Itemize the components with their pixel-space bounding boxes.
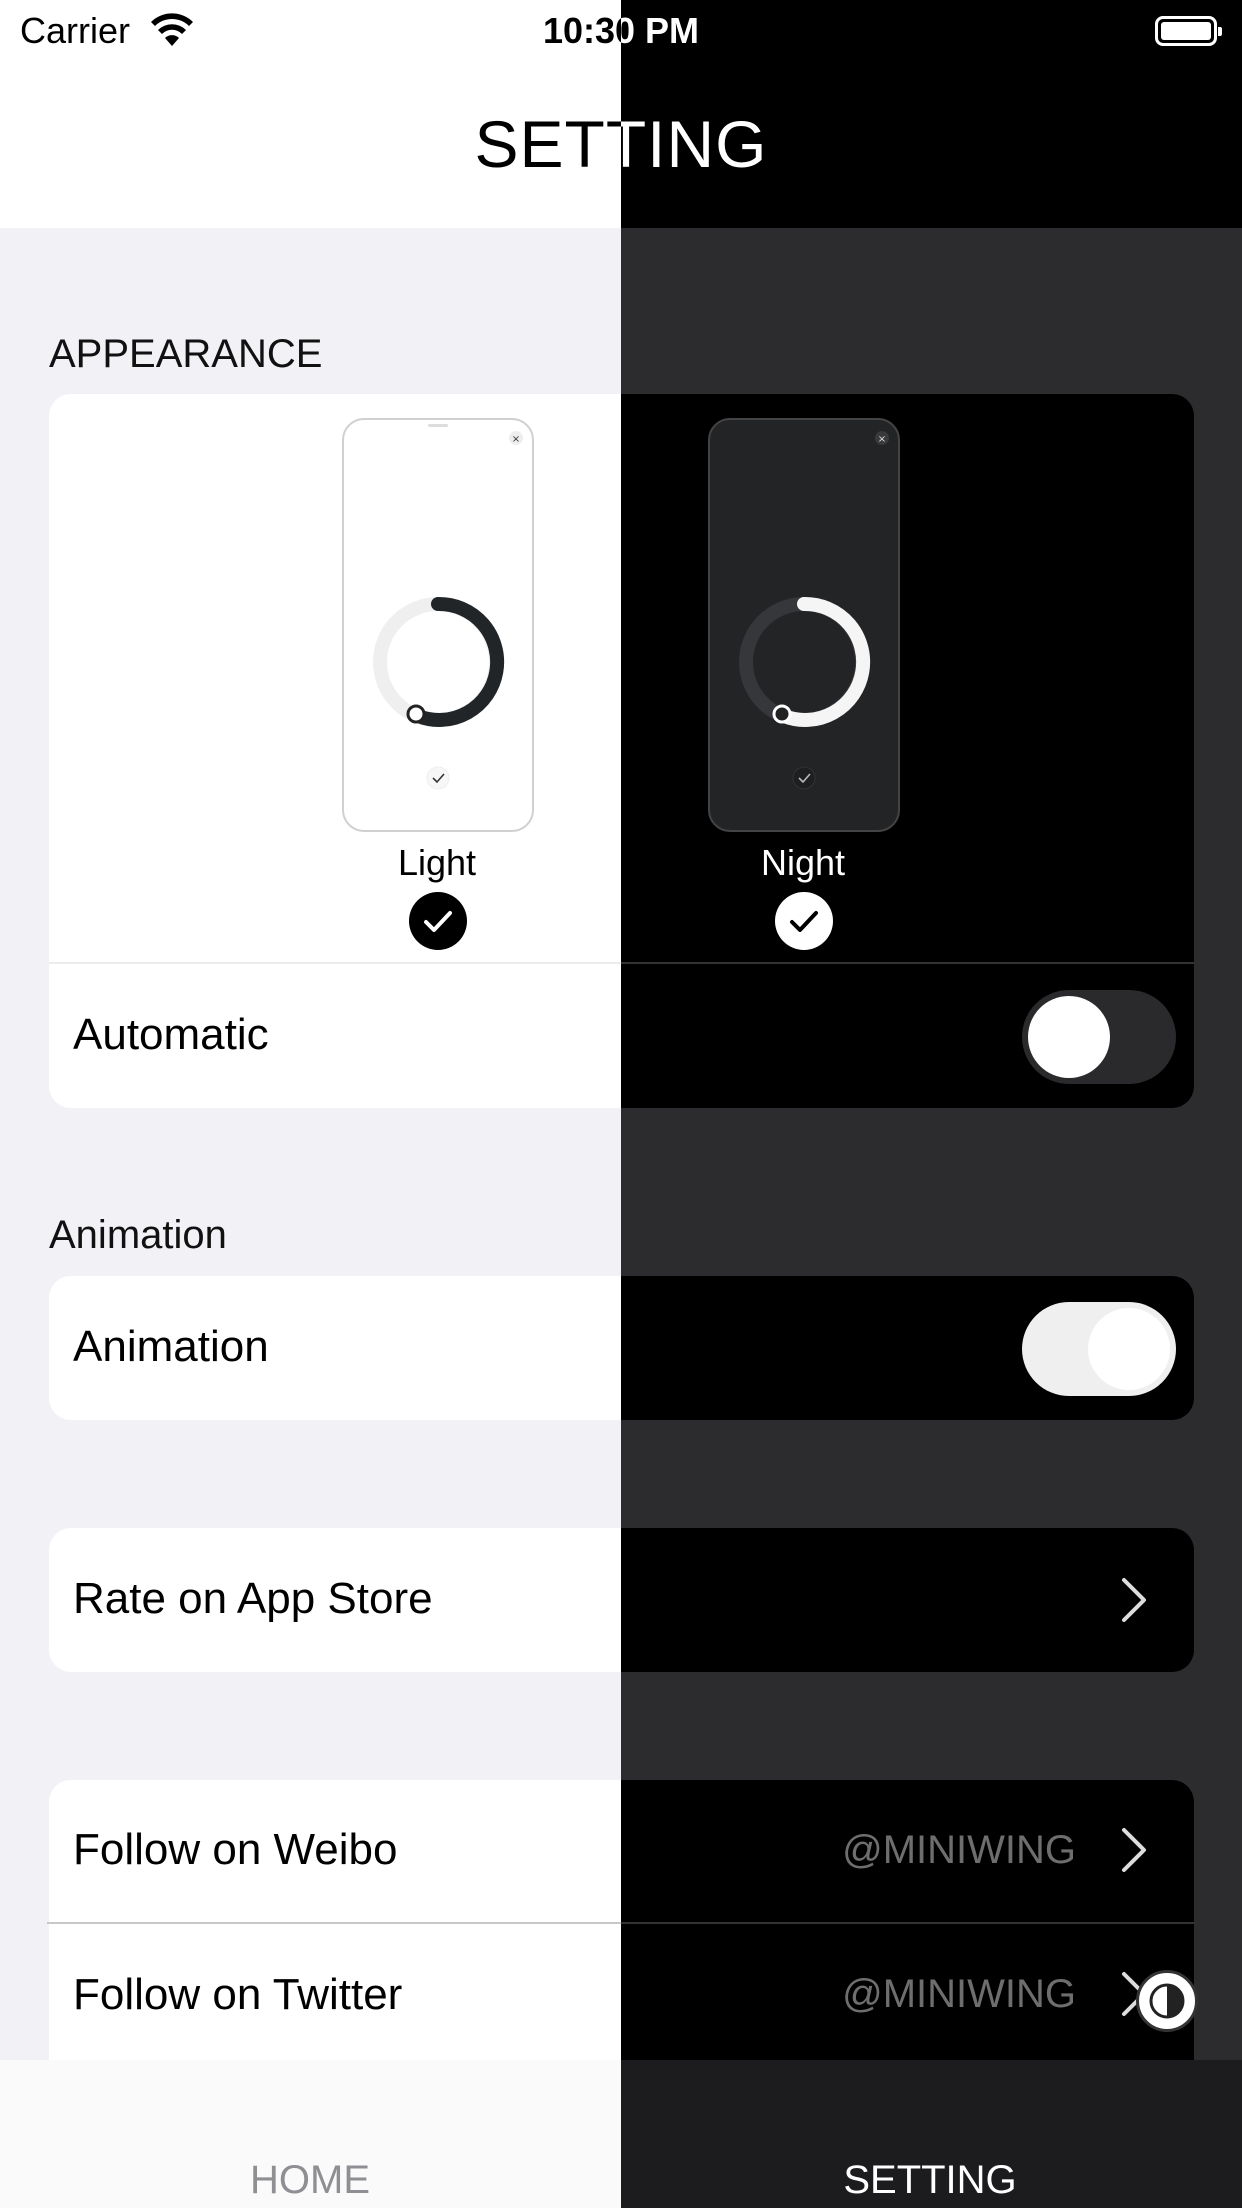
status-time: 10:30 PM <box>542 10 621 51</box>
svg-text:×: × <box>512 434 520 445</box>
theme-switch-icon <box>1149 1983 1185 2019</box>
night-mode-preview[interactable]: × <box>708 418 900 832</box>
automatic-toggle-knob <box>1028 996 1110 1078</box>
rate-chevron-icon <box>1122 1578 1146 1622</box>
tab-setting[interactable]: SETTING <box>780 2158 1080 2203</box>
page-title: SETTING <box>474 107 621 181</box>
svg-text:×: × <box>878 434 886 445</box>
animation-label: Animation <box>73 1322 269 1371</box>
light-mode-preview[interactable]: × <box>342 418 534 832</box>
rate-card-dark[interactable] <box>621 1528 1194 1672</box>
follow-divider <box>47 1922 621 1924</box>
automatic-label: Automatic <box>73 1010 269 1059</box>
battery-icon <box>1155 16 1222 46</box>
appearance-card-light <box>49 394 621 1108</box>
appearance-divider-dark <box>621 962 1194 964</box>
status-bar: Carrier 10:30 PM 10:30 PM <box>0 0 1242 62</box>
weibo-chevron-icon <box>1122 1828 1146 1872</box>
follow-card-light <box>49 1780 621 2070</box>
status-time-dark: 10:30 PM <box>621 10 700 51</box>
twitter-handle: @MINIWING <box>842 1972 1076 2016</box>
light-selected-check-icon[interactable] <box>409 892 467 950</box>
page-title-dark: SETTING <box>621 107 768 181</box>
appearance-section-header: APPEARANCE <box>49 332 323 376</box>
weibo-label[interactable]: Follow on Weibo <box>73 1825 397 1875</box>
tab-home[interactable]: HOME <box>160 2158 460 2203</box>
night-selected-check-icon[interactable] <box>775 892 833 950</box>
automatic-toggle[interactable] <box>1022 990 1176 1084</box>
light-preview-graphic: × <box>373 424 523 790</box>
weibo-handle: @MINIWING <box>842 1828 1076 1872</box>
animation-toggle-knob <box>1088 1308 1170 1390</box>
night-mode-label: Night <box>760 842 846 883</box>
twitter-label[interactable]: Follow on Twitter <box>73 1970 402 2020</box>
animation-section-header: Animation <box>49 1213 227 1257</box>
follow-divider-dark <box>621 1922 1195 1924</box>
rate-label: Rate on App Store <box>73 1574 433 1623</box>
night-preview-graphic: × <box>739 431 889 790</box>
animation-toggle[interactable] <box>1022 1302 1176 1396</box>
theme-switch-float-button[interactable] <box>1136 1970 1198 2032</box>
appearance-divider <box>49 962 621 964</box>
light-mode-label: Light <box>397 842 477 883</box>
follow-card-dark <box>621 1780 1194 2070</box>
